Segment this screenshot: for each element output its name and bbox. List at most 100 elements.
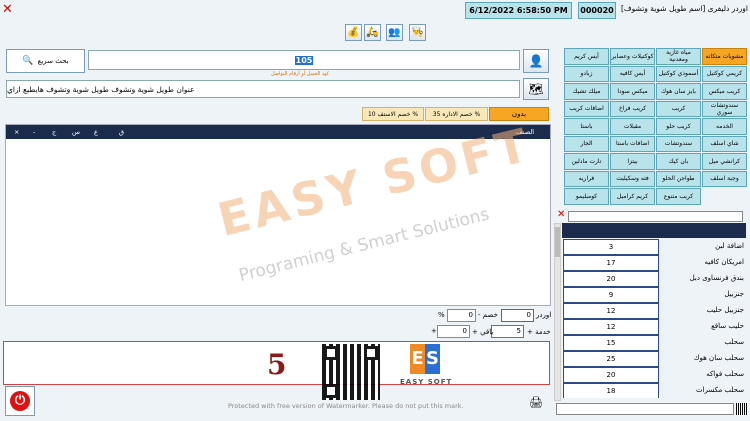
item-row[interactable]: 15 سحلب — [562, 334, 748, 351]
items-scrollbar[interactable] — [554, 223, 561, 401]
item-row[interactable]: 18 سحلب مكسرات — [562, 382, 748, 398]
item-name: سحلب مكسرات — [695, 386, 744, 394]
quick-search-label: بحث سريع — [37, 57, 69, 65]
quick-search-button[interactable]: 🔍 بحث سريع — [6, 49, 85, 73]
item-name: حليب ساقع — [711, 322, 744, 330]
item-search-input[interactable] — [568, 211, 743, 222]
category-button[interactable]: بيتزا — [610, 153, 655, 170]
category-button[interactable]: كومبليمو — [564, 188, 609, 205]
percent-sign: % — [438, 311, 445, 319]
category-button[interactable]: الجار — [564, 135, 609, 152]
discount-tab-staff[interactable]: خصم الاستف 10 % — [362, 107, 424, 121]
category-button[interactable]: مقبلات — [610, 118, 655, 135]
category-button[interactable]: ميكس سودا — [610, 83, 655, 100]
datetime-box: 6/12/2022 6:58:50 PM — [465, 2, 572, 19]
category-button[interactable]: مشويات متكاته — [702, 48, 747, 65]
order-table-header: الصنف ق ع س ج - × — [6, 125, 550, 139]
category-button[interactable]: طواجن الحلو — [656, 170, 701, 187]
clear-search-icon[interactable]: ✕ — [557, 209, 567, 221]
category-button[interactable]: ميلك تشيك — [564, 83, 609, 100]
category-button[interactable]: تارت مادلين — [564, 153, 609, 170]
category-button[interactable]: شاي اسلف — [702, 135, 747, 152]
col-price: س — [72, 128, 80, 136]
print-icon[interactable]: 🖨 — [524, 390, 548, 414]
item-qty: 18 — [563, 383, 659, 398]
items-list: 3 اضافة لبن 17 امريكان كافيه 20 بندق فرنساوى … — [562, 238, 748, 398]
category-button[interactable]: كريب حلو — [656, 118, 701, 135]
search-value: 105 — [294, 55, 314, 65]
category-button[interactable]: كريب متنوع — [656, 188, 701, 205]
item-row[interactable]: 12 جنزبيل حليب — [562, 302, 748, 319]
category-button[interactable]: باستا — [564, 118, 609, 135]
category-button[interactable]: بايز سان هوك — [656, 83, 701, 100]
item-row[interactable]: 9 جنزبيل — [562, 286, 748, 303]
summary-box: 5 E S EASY SOFT — [3, 341, 550, 400]
category-button[interactable]: وجبة اسلف — [702, 170, 747, 187]
discount-value[interactable]: 0 — [447, 309, 476, 322]
search-icon: 🔍 — [22, 56, 34, 66]
category-button[interactable]: مياه غازية ومعدنية — [656, 48, 701, 65]
item-row[interactable]: 17 امريكان كافيه — [562, 254, 748, 271]
category-button[interactable]: أيس كريم — [564, 48, 609, 65]
category-button[interactable]: كرانشي ميل — [702, 153, 747, 170]
category-button[interactable]: كريب ميكس — [702, 83, 747, 100]
category-button[interactable]: كريب فراخ — [610, 100, 655, 117]
category-button[interactable]: كوكتيلات وعصاير — [610, 48, 655, 65]
item-row[interactable]: 12 حليب ساقع — [562, 318, 748, 335]
category-button[interactable]: بان كيك — [656, 153, 701, 170]
order-number-box: 000020 — [578, 2, 616, 19]
col-delete: × — [14, 128, 20, 136]
category-button[interactable]: كريب — [656, 100, 701, 117]
item-row[interactable]: 20 سحلب فواكه — [562, 366, 748, 383]
item-qty: 12 — [563, 303, 659, 319]
window-title: اوردر دليفرى [اسم طويل شوية وتشوف] — [620, 4, 748, 13]
customer-icon[interactable]: 👤 — [523, 49, 549, 73]
staff-icon[interactable]: 👥 — [386, 24, 403, 41]
remaining-value[interactable]: 0 — [437, 325, 470, 338]
item-qty: 20 — [563, 271, 659, 287]
item-name: بندق فرنساوى دبل — [689, 274, 744, 282]
category-button[interactable]: اضافات باستا — [610, 135, 655, 152]
category-button[interactable]: أسموذي كوكتيل — [656, 65, 701, 82]
category-button[interactable]: فته وسكيليت — [610, 170, 655, 187]
category-button[interactable]: فراريه — [564, 170, 609, 187]
customer-search-input[interactable]: 105 — [88, 50, 520, 70]
col-minus: - — [33, 128, 36, 136]
category-button[interactable]: سندوتشات سوري — [702, 100, 747, 117]
item-name: جنزبيل حليب — [706, 306, 744, 314]
item-name: امريكان كافيه — [704, 258, 744, 266]
item-row[interactable]: 20 بندق فرنساوى دبل — [562, 270, 748, 287]
address-field[interactable]: عنوان طويل شوية وتشوف طويل شوية وتشوف ها… — [6, 80, 520, 98]
item-row[interactable]: 3 اضافة لبن — [562, 238, 748, 255]
item-qty: 3 — [563, 239, 659, 255]
money-bag-icon[interactable]: 💰 — [345, 24, 362, 41]
discount-tab-none[interactable]: بدون — [489, 107, 549, 121]
category-button[interactable]: كريم كراميل — [610, 188, 655, 205]
item-name: سحلب سان هوك — [693, 354, 744, 362]
delivery-icon[interactable]: 🛵 — [364, 24, 381, 41]
order-value[interactable]: 0 — [501, 309, 534, 322]
service-label: + خدمة — [527, 328, 551, 336]
item-name: اضافة لبن — [715, 242, 744, 250]
category-button[interactable]: الخدمه — [702, 118, 747, 135]
item-qty: 9 — [563, 287, 659, 303]
map-icon[interactable]: 🗺 — [523, 78, 549, 100]
category-button[interactable]: اضافات كريب — [564, 100, 609, 117]
chef-icon[interactable]: 👨‍🍳 — [409, 24, 426, 41]
category-button[interactable]: زبادو — [564, 65, 609, 82]
remaining-label: + باقي — [472, 328, 494, 336]
header-bar: ✕ 6/12/2022 6:58:50 PM 000020 اوردر دليف… — [0, 0, 750, 22]
category-button[interactable]: أيس كافيه — [610, 65, 655, 82]
power-button[interactable]: ⏻ — [5, 386, 35, 416]
total-amount: 5 — [267, 348, 287, 381]
item-qty: 25 — [563, 351, 659, 367]
service-value[interactable]: 5 — [491, 325, 524, 338]
item-row[interactable]: 25 سحلب سان هوك — [562, 350, 748, 367]
footer-watermark: Protected with free version of Watermark… — [228, 402, 464, 410]
item-qty: 15 — [563, 335, 659, 351]
category-button[interactable]: سندوتشات — [656, 135, 701, 152]
discount-tab-management[interactable]: خصم الاداره 35 % — [425, 107, 488, 121]
close-icon[interactable]: ✕ — [2, 3, 14, 16]
category-button[interactable]: كريمي كوكتيل — [702, 65, 747, 82]
barcode-input[interactable] — [556, 403, 734, 415]
